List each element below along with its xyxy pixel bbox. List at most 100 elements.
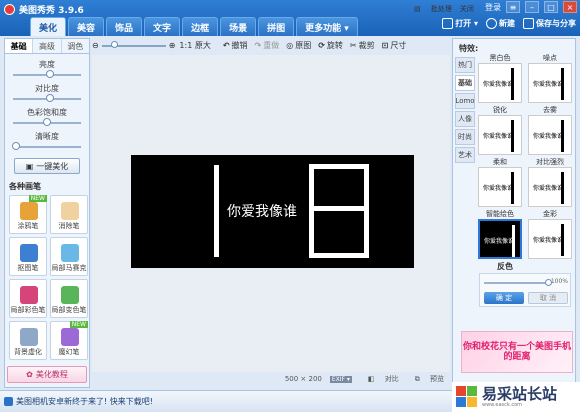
slider-knob[interactable] [43, 118, 51, 126]
brush-grid: 涂鸦笔 NEW 消除笔 抠图笔 局部马赛克 局部彩色笔 局部变色笔背景虚化 魔幻笔 NEW [9, 195, 89, 360]
open-button[interactable]: 打开 ▾ [442, 18, 478, 29]
slider-knob[interactable] [46, 94, 55, 102]
original-button[interactable]: ◎ 原图 [286, 40, 311, 51]
preview-button[interactable]: ⧉ 预览 [407, 374, 444, 384]
maximize-icon[interactable]: □ [544, 1, 558, 13]
open-label: 打开 ▾ [455, 19, 478, 28]
brush-tool[interactable]: 魔幻笔 NEW [50, 321, 88, 360]
adjust-slider[interactable] [13, 70, 81, 78]
effect-item[interactable]: 智能绘色 你爱我像谁 [477, 209, 523, 259]
effect-item[interactable]: 柔和 你爱我像谁 [477, 157, 523, 207]
batch-icon: ▤ [414, 5, 421, 13]
redo-button[interactable]: ↷ 重做 [255, 40, 280, 51]
rotate-label: 旋转 [326, 41, 343, 50]
effect-category-tab[interactable]: 艺术 [455, 147, 475, 163]
image-dimensions: 500 × 200 [284, 375, 322, 383]
effect-thumbnail: 你爱我像谁 [478, 115, 522, 155]
tab-more[interactable]: 更多功能 ▾ [296, 17, 358, 36]
zoom-out-icon[interactable]: ⊖ [92, 41, 99, 50]
subtab-basic[interactable]: 基础 [5, 39, 34, 53]
edited-image[interactable]: 你爱我像谁 [131, 155, 414, 268]
speaker-icon [4, 397, 13, 406]
adjust-slider[interactable] [12, 142, 81, 150]
brush-tool[interactable]: 消除笔 [50, 195, 88, 234]
effect-label: 柔和 [493, 158, 507, 166]
rotate-icon: ⟳ [318, 41, 325, 50]
effect-category-tab[interactable]: 基础 [455, 75, 475, 91]
strength-slider[interactable] [484, 282, 550, 284]
tutorial-button[interactable]: ✿ 美化教程 [7, 366, 87, 383]
save-label: 保存与分享 [536, 19, 576, 28]
news-link[interactable]: 美图相机安卓新终于来了! 快来下载吧! [4, 396, 153, 407]
adjust-slider[interactable] [13, 94, 81, 102]
save-share-button[interactable]: 保存与分享 [523, 18, 576, 29]
rotate-button[interactable]: ⟳ 旋转 [318, 40, 343, 51]
strength-value: 100% [550, 278, 568, 285]
slider-label: 亮度 [39, 60, 55, 69]
tab-beauty[interactable]: 美容 [68, 17, 105, 36]
subtab-advanced[interactable]: 高级 [33, 39, 62, 53]
close-icon[interactable]: × [563, 1, 577, 13]
effect-item[interactable]: 黑白色 你爱我像谁 [477, 53, 523, 103]
cancel-button[interactable]: 取 消 [528, 292, 568, 304]
effect-category-tab[interactable]: 热门 [455, 57, 475, 73]
zoom-slider[interactable] [101, 40, 166, 49]
tab-accessories[interactable]: 饰品 [106, 17, 143, 36]
menu-icon[interactable]: ≡ [506, 1, 520, 13]
brush-tool[interactable]: 涂鸦笔 NEW [9, 195, 47, 234]
slider-knob[interactable] [46, 70, 55, 78]
brush-tool[interactable]: 局部彩色笔 [9, 279, 47, 318]
subtab-color[interactable]: 调色 [62, 39, 89, 53]
effect-category-tab[interactable]: Lomo [455, 93, 475, 109]
brush-tool[interactable]: 局部马赛克 [50, 237, 88, 276]
actual-size-button[interactable]: 1:1 原大 [179, 40, 210, 51]
brush-icon [20, 328, 38, 346]
effect-thumbnail: 你爱我像谁 [528, 219, 572, 259]
one-key-beautify-button[interactable]: ▣ 一键美化 [14, 158, 80, 174]
compare-button[interactable]: ◧ 对比 [360, 374, 399, 384]
size-button[interactable]: ⊡ 尺寸 [382, 40, 407, 51]
tutorial-label: 美化教程 [35, 370, 68, 379]
close-button[interactable]: 关闭 [460, 4, 474, 14]
tab-collage[interactable]: 拼图 [258, 17, 295, 36]
effect-item[interactable]: 对比强烈 你爱我像谁 [527, 157, 573, 207]
new-badge: NEW [69, 321, 88, 328]
plus-icon [486, 18, 497, 29]
login-link[interactable]: 登录 [485, 2, 501, 13]
thumbnail-text: 你爱我像谁 [533, 237, 564, 244]
brush-tool[interactable]: 抠图笔 [9, 237, 47, 276]
confirm-button[interactable]: 确 定 [484, 292, 524, 304]
tab-scene[interactable]: 场景 [220, 17, 257, 36]
batch-button[interactable]: ▤ 批处理 [406, 4, 452, 14]
new-button[interactable]: 新建 [486, 18, 515, 29]
adjust-slider[interactable] [13, 118, 81, 126]
ad-banner[interactable]: 你和校花只有一个美图手机的距离 [461, 331, 573, 373]
effect-category-tab[interactable]: 人像 [455, 111, 475, 127]
zoom-in-icon[interactable]: ⊕ [169, 41, 176, 50]
effects-panel: 特效: 热门 基础 Lomo 人像 时尚 艺术 黑白色 你爱我像谁 噪点 你爱我像谁 锐化 你爱我像… [452, 38, 576, 388]
effect-category-tab[interactable]: 时尚 [455, 129, 475, 145]
tab-beautify[interactable]: 美化 [30, 17, 67, 36]
effect-item[interactable]: 金彩 你爱我像谁 [527, 209, 573, 259]
effect-thumbnail: 你爱我像谁 [528, 167, 572, 207]
one-key-label: 一键美化 [36, 161, 69, 171]
crop-button[interactable]: ✂ 裁剪 [350, 40, 375, 51]
brush-tool[interactable]: 局部变色笔 [50, 279, 88, 318]
slider-knob[interactable] [12, 142, 21, 150]
compare-label: 对比 [384, 375, 399, 383]
effect-item[interactable]: 锐化 你爱我像谁 [477, 105, 523, 155]
app-logo-icon [4, 3, 15, 15]
effect-item[interactable]: 去雾 你爱我像谁 [527, 105, 573, 155]
size-label: 尺寸 [390, 41, 407, 50]
redo-label: 重做 [263, 41, 280, 50]
brush-section-title: 各种画笔 [9, 182, 41, 191]
undo-button[interactable]: ↶ 撤销 [223, 40, 248, 51]
effect-item[interactable]: 噪点 你爱我像谁 [527, 53, 573, 103]
folder-icon [442, 18, 454, 29]
brush-label: 背景虚化 [14, 348, 42, 356]
minimize-icon[interactable]: – [525, 1, 539, 13]
exif-button[interactable]: EXIF ▾ [329, 375, 352, 383]
brush-tool[interactable]: 背景虚化 [9, 321, 47, 360]
tab-frame[interactable]: 边框 [182, 17, 219, 36]
tab-text[interactable]: 文字 [144, 17, 181, 36]
